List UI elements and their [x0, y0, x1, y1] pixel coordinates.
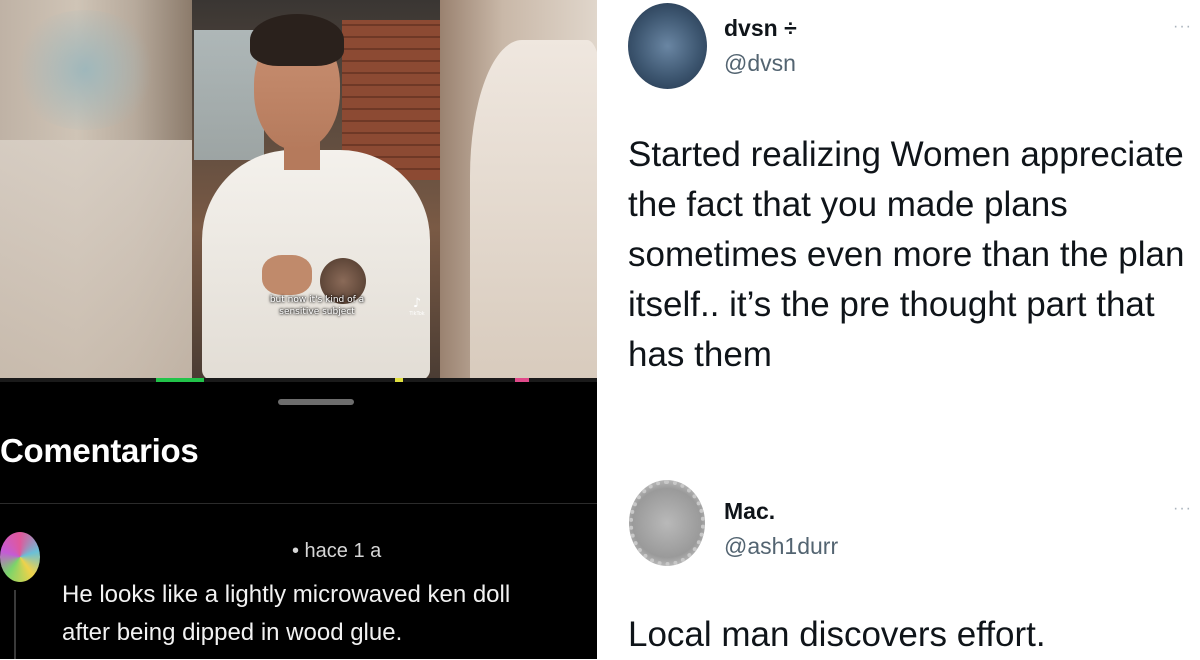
more-options-icon[interactable]: ··· — [1173, 500, 1192, 518]
tweet-text-line: Local man discovers effort. — [628, 615, 1046, 654]
tiktok-watermark-icon: ♪ TikTok — [404, 296, 430, 317]
tiktok-watermark-label: TikTok — [409, 311, 425, 317]
commenter-avatar[interactable] — [0, 532, 40, 582]
comments-title: Comentarios — [0, 432, 199, 469]
comment-timestamp: • hace 1 a — [292, 540, 382, 562]
video-caption-line: but now it's kind of a — [269, 295, 365, 305]
tweet-text-line: Started realizing Women appreciate — [628, 135, 1184, 174]
sheet-drag-handle[interactable] — [278, 399, 354, 405]
video-comments-panel: but now it's kind of a sensitive subject… — [0, 0, 597, 659]
tweet-author-name[interactable]: Mac. — [724, 498, 775, 525]
tweet-text-line: sometimes even more than the plan — [628, 235, 1185, 274]
tweet-text-line: has them — [628, 335, 772, 374]
comment-text: He looks like a lightly microwaved ken d… — [62, 576, 592, 652]
video-blurred-background-right — [440, 0, 597, 380]
video-caption-line: sensitive subject — [279, 307, 355, 317]
video-frame: but now it's kind of a sensitive subject… — [192, 0, 440, 380]
tweets-panel: dvsn ÷ @dvsn ··· Started realizing Women… — [597, 0, 1200, 659]
tweet-text: Started realizing Women appreciate the f… — [628, 130, 1198, 380]
comment-text-line: after being dipped in wood glue. — [62, 619, 403, 646]
tiktok-note-icon: ♪ — [412, 296, 422, 311]
video-player[interactable]: but now it's kind of a sensitive subject… — [0, 0, 597, 380]
tweet-text-line: the fact that you made plans — [628, 185, 1068, 224]
video-progress-bar[interactable] — [0, 378, 597, 382]
divider — [0, 503, 597, 504]
tweet-author-handle[interactable]: @dvsn — [724, 50, 796, 77]
comment-thread-line — [14, 590, 16, 659]
tweet-avatar[interactable] — [629, 480, 705, 566]
progress-segment — [515, 378, 529, 382]
tweet-text-line: itself.. it’s the pre thought part that — [628, 285, 1155, 324]
comment-text-line: He looks like a lightly microwaved ken d… — [62, 581, 511, 608]
progress-segment — [395, 378, 403, 382]
progress-segment — [156, 378, 204, 382]
more-options-icon[interactable]: ··· — [1173, 18, 1192, 36]
tweet-text: Local man discovers effort. — [628, 610, 1198, 660]
tweet-avatar[interactable] — [628, 3, 707, 89]
video-caption: but now it's kind of a sensitive subject — [242, 294, 392, 318]
video-blurred-background-left — [0, 0, 192, 380]
tweet-author-name[interactable]: dvsn ÷ — [724, 15, 797, 42]
tweet-author-handle[interactable]: @ash1durr — [724, 533, 838, 560]
